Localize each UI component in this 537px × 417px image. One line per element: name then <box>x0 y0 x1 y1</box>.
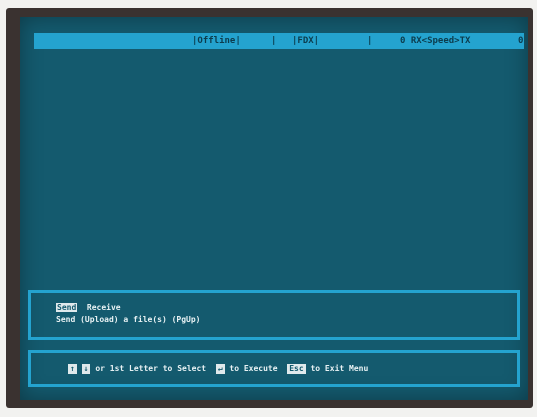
status-separator: | <box>367 36 373 46</box>
status-bar: |Offline| | |FDX| | 0 RX<Speed>TX 0 <box>34 33 524 49</box>
transfer-speed: 0 RX<Speed>TX <box>400 36 471 46</box>
exit-hint: to Exit Menu <box>310 364 369 373</box>
menu-item-receive[interactable]: Receive <box>87 303 121 312</box>
down-arrow-icon: ↓ <box>81 364 91 374</box>
transfer-count: 0 <box>518 36 524 46</box>
menu-description: Send (Upload) a file(s) (PgUp) <box>56 315 201 324</box>
duplex-mode: |FDX| <box>292 36 320 46</box>
enter-key-icon: ↵ <box>215 364 225 374</box>
esc-key: Esc <box>287 364 306 374</box>
status-separator: | <box>271 36 277 46</box>
select-hint: or 1st Letter to Select <box>95 364 207 373</box>
command-menu: Send Receive Send (Upload) a file(s) (Pg… <box>28 290 520 340</box>
connection-mode: |Offline| <box>192 36 241 46</box>
up-arrow-icon: ↑ <box>68 364 77 374</box>
execute-hint: to Execute <box>229 364 278 373</box>
terminal-screen: |Offline| | |FDX| | 0 RX<Speed>TX 0 Send… <box>20 17 528 400</box>
menu-item-send[interactable]: Send <box>56 303 78 312</box>
help-row: ↑ ↓ or 1st Letter to Select ↵ to Execute… <box>68 364 368 374</box>
help-bar: ↑ ↓ or 1st Letter to Select ↵ to Execute… <box>28 350 520 387</box>
menu-items: Send Receive <box>56 303 121 312</box>
